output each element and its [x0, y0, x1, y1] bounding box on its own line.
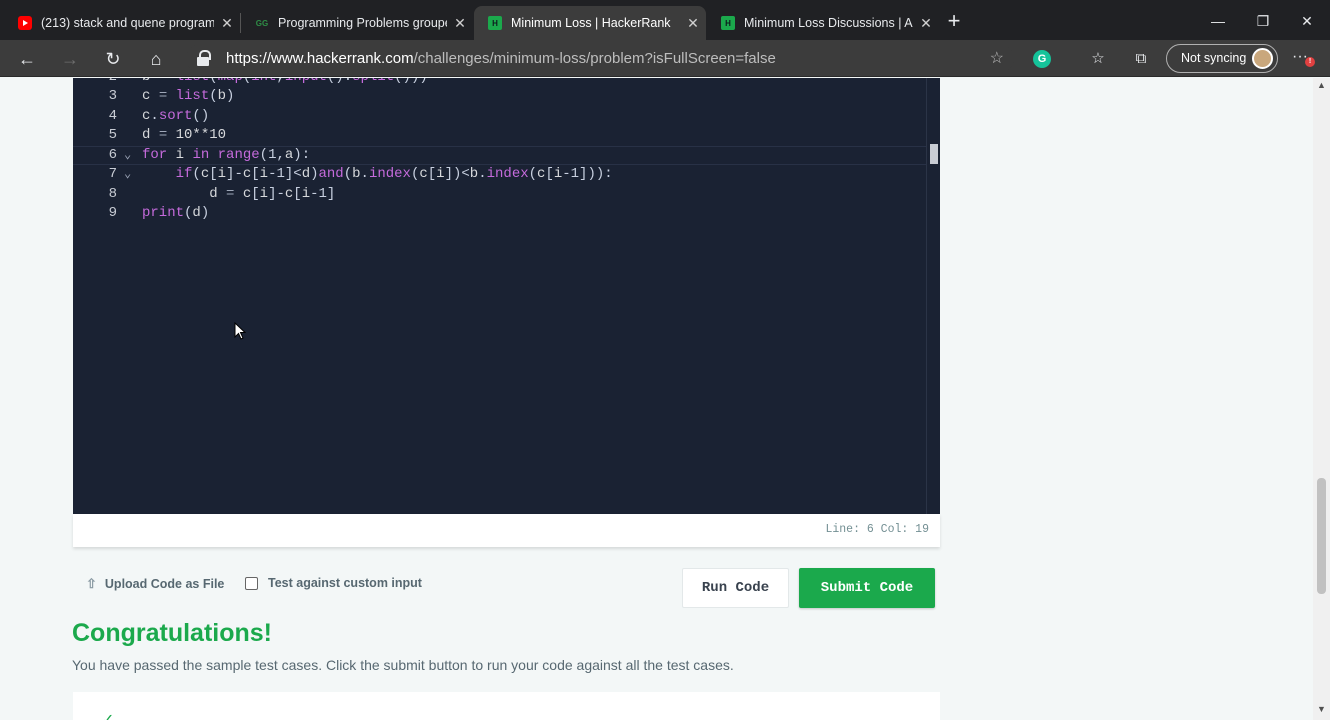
hackerrank-icon: H	[721, 16, 735, 30]
tab-minimum-loss-discussions[interactable]: H Minimum Loss Discussions | Alg ✕	[707, 6, 939, 40]
editor-scrollbar[interactable]	[926, 78, 940, 514]
line-number: 8	[108, 186, 117, 202]
tab-title: Minimum Loss | HackerRank	[511, 16, 671, 30]
refresh-button[interactable]: ↻	[100, 46, 126, 72]
code-text[interactable]: c.sort()	[142, 107, 209, 126]
code-text[interactable]: b = list(map(int,input().split()))	[142, 78, 428, 87]
close-icon[interactable]: ✕	[680, 15, 706, 32]
tab-geeksforgeeks[interactable]: GG Programming Problems grouped ✕	[241, 6, 473, 40]
line-number: 4	[108, 108, 117, 124]
test-results-panel: ✓	[73, 692, 940, 720]
favorite-star-icon[interactable]: ☆	[990, 48, 1004, 68]
notification-badge: !	[1305, 57, 1315, 67]
close-icon[interactable]: ✕	[214, 15, 240, 32]
run-code-button[interactable]: Run Code	[682, 568, 789, 608]
cursor-position: Line: 6 Col: 19	[825, 523, 929, 536]
browser-toolbar: ← → ↻ ⌂ https://www.hackerrank.com/chall…	[0, 40, 1330, 77]
hackerrank-icon: H	[488, 16, 502, 30]
page-content: 2 b = list(map(int,input().split())) 3 c…	[0, 78, 1330, 720]
custom-input-toggle[interactable]: Test against custom input	[245, 576, 422, 590]
result-message: You have passed the sample test cases. C…	[72, 657, 734, 673]
address-bar[interactable]: https://www.hackerrank.com/challenges/mi…	[186, 44, 1014, 73]
editor-scroll-thumb[interactable]	[930, 144, 938, 164]
page-scroll-thumb[interactable]	[1317, 478, 1326, 594]
new-tab-button[interactable]: +	[942, 10, 966, 34]
custom-input-checkbox[interactable]	[245, 576, 258, 590]
code-text[interactable]: d = 10**10	[142, 126, 226, 145]
url-host: https://www.hackerrank.com	[226, 50, 414, 67]
youtube-icon	[18, 16, 32, 30]
tab-youtube[interactable]: (213) stack and quene programm ✕	[4, 6, 240, 40]
upload-code-button[interactable]: ⇧ Upload Code as File	[86, 576, 224, 592]
code-text[interactable]: for i in range(1,a):	[142, 146, 310, 165]
favorites-icon[interactable]: ☆	[1087, 48, 1109, 70]
restore-button[interactable]: ❐	[1248, 9, 1278, 33]
code-text[interactable]: if(c[i]-c[i-1]<d)and(b.index(c[i])<b.ind…	[142, 165, 613, 184]
sync-label: Not syncing	[1181, 51, 1247, 65]
page-scrollbar[interactable]: ▲ ▼	[1313, 78, 1330, 720]
line-number: 5	[108, 127, 117, 143]
scroll-up-icon[interactable]: ▲	[1317, 80, 1326, 90]
close-window-button[interactable]: ✕	[1292, 9, 1322, 33]
scroll-down-icon[interactable]: ▼	[1317, 704, 1326, 714]
upload-label: Upload Code as File	[104, 577, 225, 591]
code-text[interactable]: d = c[i]-c[i-1]	[142, 185, 335, 204]
url-text[interactable]: https://www.hackerrank.com/challenges/mi…	[226, 50, 776, 67]
tab-title: (213) stack and quene programm	[41, 16, 214, 30]
url-path: /challenges/minimum-loss/problem?isFullS…	[413, 50, 776, 67]
line-number: 2	[89, 78, 117, 87]
geeksforgeeks-icon: GG	[255, 18, 269, 28]
back-button[interactable]: ←	[14, 46, 40, 72]
minimize-button[interactable]: —	[1203, 9, 1233, 33]
fold-chevron-icon[interactable]: ⌄	[124, 165, 131, 184]
code-text[interactable]: c = list(b)	[142, 87, 234, 106]
editor-status-bar: Line: 6 Col: 19	[73, 514, 940, 547]
collections-icon[interactable]: ⧉	[1130, 48, 1152, 70]
code-editor[interactable]: 2 b = list(map(int,input().split())) 3 c…	[73, 78, 940, 514]
fold-chevron-icon[interactable]: ⌄	[124, 146, 131, 165]
line-number: 7	[108, 166, 117, 182]
mouse-pointer-icon	[234, 322, 246, 340]
line-number: 9	[108, 205, 117, 221]
profile-sync-button[interactable]: Not syncing	[1166, 44, 1278, 73]
upload-icon: ⇧	[86, 576, 97, 591]
tab-minimum-loss[interactable]: H Minimum Loss | HackerRank ✕	[474, 6, 706, 40]
check-icon: ✓	[101, 710, 114, 720]
code-text[interactable]: print(d)	[142, 204, 209, 223]
forward-button[interactable]: →	[57, 46, 83, 72]
line-number: 3	[108, 88, 117, 104]
avatar	[1252, 48, 1273, 69]
line-number: 6	[108, 147, 117, 163]
tab-title: Minimum Loss Discussions | Alg	[744, 16, 913, 30]
submit-code-button[interactable]: Submit Code	[799, 568, 935, 608]
result-heading: Congratulations!	[72, 619, 272, 647]
close-icon[interactable]: ✕	[913, 15, 939, 32]
grammarly-icon[interactable]: G	[1033, 50, 1051, 68]
tab-title: Programming Problems grouped	[278, 16, 447, 30]
lock-icon[interactable]	[196, 50, 211, 66]
home-button[interactable]: ⌂	[143, 46, 169, 72]
browser-tab-bar: (213) stack and quene programm ✕ GG Prog…	[0, 0, 1330, 40]
custom-input-label: Test against custom input	[268, 576, 422, 590]
close-icon[interactable]: ✕	[447, 15, 473, 32]
